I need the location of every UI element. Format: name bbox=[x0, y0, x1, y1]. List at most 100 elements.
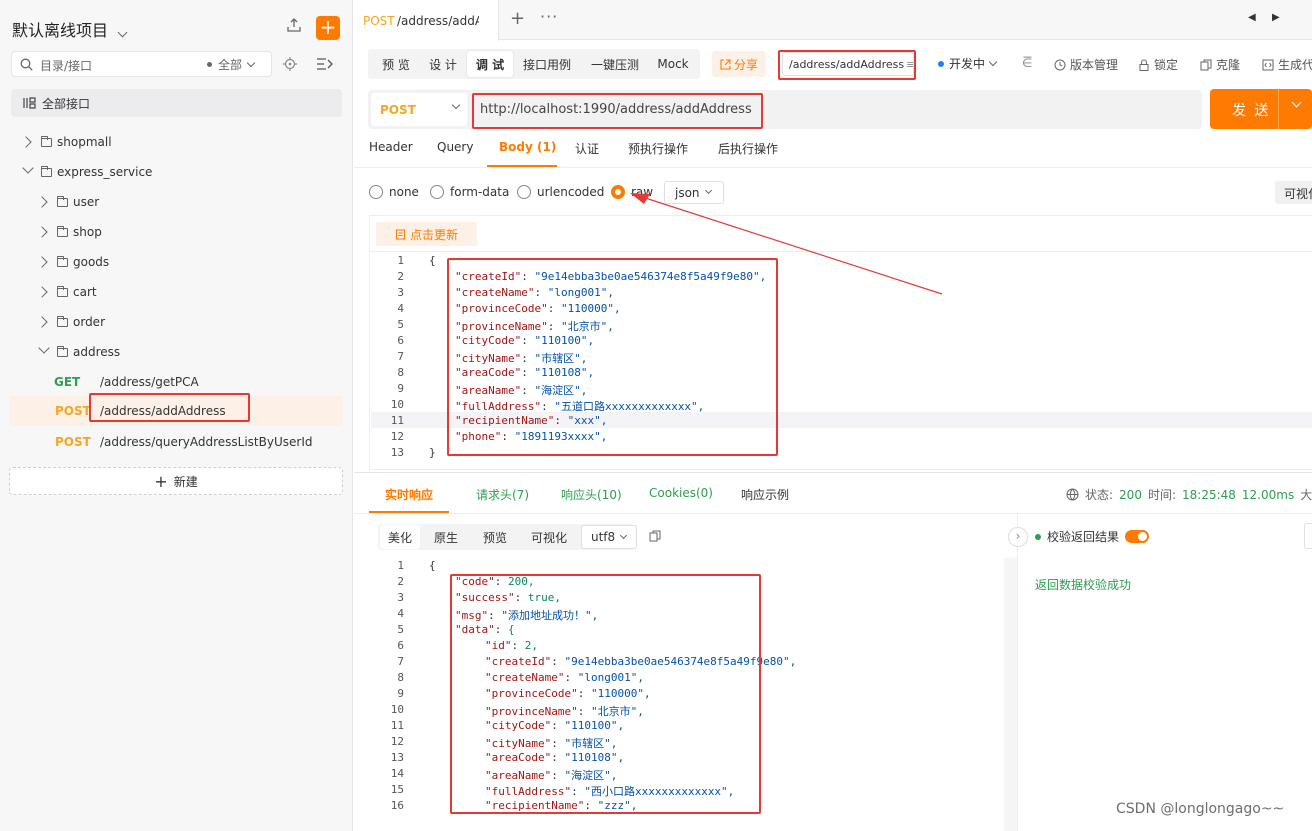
generate-code-button[interactable]: 生成代 bbox=[1262, 56, 1312, 73]
tab-response-example[interactable]: 响应示例 bbox=[741, 486, 789, 503]
divider bbox=[354, 167, 1312, 168]
tab-header[interactable]: Header bbox=[369, 140, 413, 154]
visualize-button[interactable]: 可视化 bbox=[1275, 181, 1312, 204]
lock-button[interactable]: 锁定 bbox=[1138, 56, 1178, 73]
validation-toggle[interactable]: 校验返回结果 bbox=[1035, 528, 1150, 545]
tab-response-headers[interactable]: 响应头(10) bbox=[561, 486, 622, 503]
tab-request-headers[interactable]: 请求头(7) bbox=[476, 486, 529, 503]
tab-next-icon[interactable]: ▶ bbox=[1272, 12, 1280, 23]
copy-icon[interactable] bbox=[648, 529, 662, 543]
all-endpoints[interactable]: 全部接口 bbox=[11, 89, 342, 117]
line-number: 9 bbox=[397, 382, 404, 395]
new-tab-plus-icon[interactable]: + bbox=[510, 8, 525, 29]
json-key: "areaCode" bbox=[455, 366, 522, 379]
method-select[interactable]: POST bbox=[371, 93, 467, 126]
code-line: "cityName": "市辖区", bbox=[455, 350, 587, 366]
mode-stress[interactable]: 一键压测 bbox=[583, 51, 647, 77]
chevron-down-icon bbox=[38, 342, 50, 354]
tree-item-express-service[interactable]: express_service bbox=[0, 157, 353, 187]
code-line: "fullAddress": "五道口路xxxxxxxxxxxxx", bbox=[455, 398, 704, 414]
mode-mock[interactable]: Mock bbox=[650, 51, 696, 77]
mode-cases[interactable]: 接口用例 bbox=[515, 51, 579, 77]
json-value: "海淀区", bbox=[534, 384, 588, 397]
code-line: { bbox=[429, 559, 436, 572]
json-colon: : bbox=[534, 286, 548, 299]
json-key: "cityName" bbox=[485, 737, 552, 750]
json-key: "success" bbox=[455, 591, 515, 604]
status-dot-icon bbox=[1035, 533, 1041, 540]
mode-preview[interactable]: 预 览 bbox=[373, 51, 419, 77]
radio-urlencoded[interactable]: urlencoded bbox=[517, 185, 604, 199]
chevron-down-icon bbox=[620, 531, 628, 539]
code-line: "fullAddress": "西小口路xxxxxxxxxxxxx", bbox=[485, 783, 734, 799]
chevron-down-icon[interactable] bbox=[1291, 97, 1302, 108]
mode-design[interactable]: 设 计 bbox=[420, 51, 466, 77]
refresh-button[interactable]: 点击更新 bbox=[376, 222, 477, 246]
endpoint-item-active[interactable]: POST /address/addAddress bbox=[9, 396, 343, 426]
view-visualize[interactable]: 可视化 bbox=[527, 525, 571, 549]
search-filter[interactable]: 全部 bbox=[207, 56, 256, 73]
line-number: 1 bbox=[397, 559, 404, 572]
folder-icon bbox=[57, 196, 68, 207]
copy-icon bbox=[1200, 59, 1212, 70]
endpoint-item[interactable]: GET /address/getPCA bbox=[0, 367, 353, 397]
endpoint-path: /address/queryAddressListByUserId bbox=[100, 435, 313, 449]
mode-debug[interactable]: 调 试 bbox=[467, 51, 513, 77]
json-key: "data" bbox=[455, 623, 495, 636]
outline-icon[interactable]: ⋶ bbox=[1022, 56, 1032, 70]
json-colon: : bbox=[547, 320, 561, 333]
line-number: 9 bbox=[397, 687, 404, 700]
clone-button[interactable]: 克隆 bbox=[1200, 56, 1240, 73]
tab-pre-script[interactable]: 预执行操作 bbox=[628, 140, 688, 157]
toggle-switch[interactable] bbox=[1125, 530, 1150, 543]
view-preview[interactable]: 预览 bbox=[475, 525, 515, 549]
view-raw[interactable]: 原生 bbox=[426, 525, 466, 549]
tree-item-shopmall[interactable]: shopmall bbox=[0, 127, 353, 157]
tab-query[interactable]: Query bbox=[437, 140, 473, 154]
locate-icon[interactable] bbox=[283, 57, 297, 71]
view-pretty[interactable]: 美化 bbox=[380, 525, 420, 549]
scrollbar[interactable] bbox=[1004, 558, 1017, 831]
version-button[interactable]: 版本管理 bbox=[1054, 56, 1118, 73]
expand-panel-icon[interactable]: › bbox=[1008, 527, 1028, 547]
send-button[interactable]: 发 送 bbox=[1210, 89, 1312, 129]
tab-prev-icon[interactable]: ◀ bbox=[1248, 12, 1256, 23]
share-button[interactable]: 分享 bbox=[712, 51, 766, 77]
add-button[interactable]: + bbox=[316, 16, 340, 40]
tab-auth[interactable]: 认证 bbox=[575, 140, 599, 157]
encoding-select[interactable]: utf8 bbox=[581, 525, 637, 549]
import-icon[interactable] bbox=[286, 17, 302, 33]
path-field[interactable]: /address/addAddress ≡ bbox=[782, 52, 914, 76]
request-tab[interactable]: POST /address/addAc bbox=[354, 0, 499, 41]
tab-live-response[interactable]: 实时响应 bbox=[385, 486, 433, 503]
tree-item-goods[interactable]: goods bbox=[0, 247, 353, 277]
validation-toggle-label: 校验返回结果 bbox=[1047, 530, 1120, 544]
tab-cookies[interactable]: Cookies(0) bbox=[649, 486, 713, 500]
url-input[interactable]: http://localhost:1990/address/addAddress bbox=[480, 102, 752, 117]
project-title[interactable]: 默认离线项目 bbox=[12, 17, 128, 41]
code-line: "areaName": "海淀区", bbox=[455, 382, 587, 398]
time-label: 时间: bbox=[1147, 488, 1176, 502]
new-button[interactable]: + 新建 bbox=[9, 467, 343, 495]
env-select[interactable]: 开发中 bbox=[938, 55, 998, 72]
more-icon[interactable]: ··· bbox=[540, 7, 558, 26]
tab-body[interactable]: Body (1) bbox=[499, 140, 556, 154]
line-number: 10 bbox=[390, 703, 404, 716]
status-code: 200 bbox=[1119, 487, 1142, 502]
search-input[interactable]: 目录/接口 全部 bbox=[11, 51, 272, 77]
tree-item-user[interactable]: user bbox=[0, 187, 353, 217]
radio-none[interactable]: none bbox=[369, 185, 419, 199]
tab-post-script[interactable]: 后执行操作 bbox=[718, 140, 778, 157]
tree-item-order[interactable]: order bbox=[0, 307, 353, 337]
version-label: 版本管理 bbox=[1070, 58, 1119, 72]
json-value: "110100", bbox=[564, 719, 625, 732]
endpoint-item[interactable]: POST /address/queryAddressListByUserId bbox=[0, 427, 353, 457]
globe-icon bbox=[1066, 488, 1079, 501]
collapse-icon[interactable] bbox=[316, 56, 334, 72]
json-key: "areaCode" bbox=[485, 751, 552, 764]
radio-form-data[interactable]: form-data bbox=[430, 185, 509, 199]
tree-item-cart[interactable]: cart bbox=[0, 277, 353, 307]
tree-item-shop[interactable]: shop bbox=[0, 217, 353, 247]
line-number: 8 bbox=[397, 671, 404, 684]
tree-item-address[interactable]: address bbox=[0, 337, 353, 367]
